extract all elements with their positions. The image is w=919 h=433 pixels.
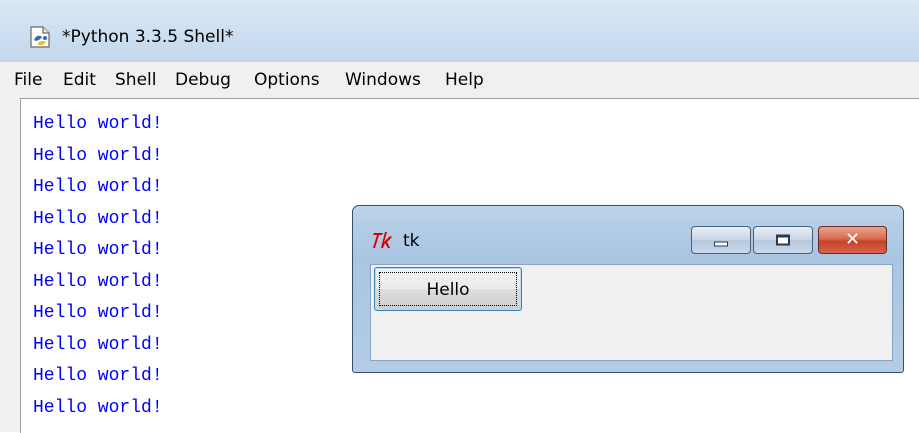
close-button[interactable]: ✕ bbox=[818, 226, 887, 254]
output-line: Hello world! bbox=[33, 177, 163, 197]
output-line: Hello world! bbox=[33, 272, 163, 292]
shell-left-border bbox=[0, 98, 20, 432]
minimize-icon bbox=[714, 241, 728, 247]
tk-window: tk ✕ Hello bbox=[352, 205, 904, 373]
close-icon: ✕ bbox=[844, 229, 861, 250]
tk-client-area: Hello bbox=[370, 264, 893, 361]
output-line: Hello world! bbox=[33, 240, 163, 260]
menu-debug[interactable]: Debug bbox=[175, 70, 231, 90]
tk-caption-buttons: ✕ bbox=[691, 226, 891, 254]
tk-feather-icon bbox=[373, 232, 392, 248]
output-line: Hello world! bbox=[33, 366, 163, 386]
maximize-button[interactable] bbox=[753, 226, 813, 254]
output-line: Hello world! bbox=[33, 146, 163, 166]
menu-options[interactable]: Options bbox=[254, 70, 320, 90]
output-line: Hello world! bbox=[33, 303, 163, 323]
menu-help[interactable]: Help bbox=[445, 70, 484, 90]
menu-edit[interactable]: Edit bbox=[63, 70, 96, 90]
shell-title-bar[interactable]: *Python 3.3.5 Shell* bbox=[0, 0, 919, 62]
menu-shell[interactable]: Shell bbox=[115, 70, 156, 90]
maximize-icon bbox=[776, 234, 790, 246]
menu-file[interactable]: File bbox=[14, 70, 42, 90]
output-line: Hello world! bbox=[33, 398, 163, 418]
idle-app-icon bbox=[30, 26, 50, 48]
menu-windows[interactable]: Windows bbox=[345, 70, 421, 90]
output-line: Hello world! bbox=[33, 114, 163, 134]
tk-window-title: tk bbox=[403, 231, 420, 251]
shell-menu-bar: File Edit Shell Debug Options Windows He… bbox=[0, 62, 919, 98]
hello-button[interactable]: Hello bbox=[374, 267, 522, 311]
output-line: Hello world! bbox=[33, 209, 163, 229]
output-line: Hello world! bbox=[33, 335, 163, 355]
minimize-button[interactable] bbox=[691, 226, 751, 254]
hello-button-label: Hello bbox=[426, 280, 470, 300]
shell-window-title: *Python 3.3.5 Shell* bbox=[62, 27, 234, 47]
